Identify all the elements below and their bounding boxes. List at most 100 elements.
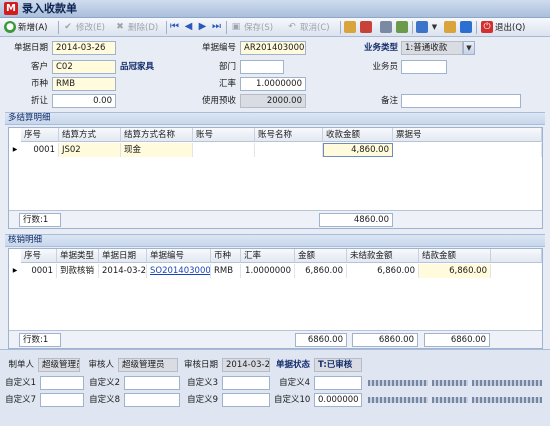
writeoff-grid: 序号 单据类型 单据日期 单据编号 币种 汇率 金额 未结款金额 结款金额 ▶ … xyxy=(8,248,543,349)
reviewer-label: 审核人 xyxy=(88,360,114,370)
writeoff-summary-bar: 行数:1 6860.00 6860.00 6860.00 xyxy=(9,330,542,348)
salesman-label: 业务员 xyxy=(372,62,398,72)
writeoff-total-amount: 6860.00 xyxy=(295,333,347,347)
column-header[interactable]: 收款金额 xyxy=(323,128,393,142)
table-cell[interactable]: 到款核销 xyxy=(57,264,99,278)
discount-label: 折让 xyxy=(30,96,48,106)
column-header[interactable]: 单据类型 xyxy=(57,249,99,263)
folder-icon[interactable] xyxy=(344,21,356,33)
table-cell[interactable]: 6,860.00 xyxy=(347,264,419,278)
column-header[interactable]: 金额 xyxy=(295,249,347,263)
help-icon[interactable] xyxy=(460,21,472,33)
custom3-label: 自定义3 xyxy=(187,378,218,388)
status-badge: T:已审核 xyxy=(314,358,362,372)
settings-icon[interactable] xyxy=(416,21,428,33)
custom4-label: 自定义4 xyxy=(279,378,310,388)
column-header[interactable]: 账号名称 xyxy=(255,128,323,142)
chevron-down-icon[interactable]: ▼ xyxy=(430,21,439,33)
last-record-icon[interactable]: ⏭ xyxy=(212,21,221,33)
column-header[interactable]: 序号 xyxy=(21,249,57,263)
toolbar-separator xyxy=(412,21,413,34)
column-header[interactable]: 结算方式 xyxy=(59,128,121,142)
column-header[interactable]: 结算方式名称 xyxy=(121,128,193,142)
column-header[interactable]: 序号 xyxy=(21,128,59,142)
writeoff-section-header: 核销明细 xyxy=(5,234,545,247)
custom8-field[interactable] xyxy=(124,393,180,407)
column-header[interactable]: 币种 xyxy=(211,249,241,263)
note-field[interactable] xyxy=(401,94,521,108)
salesman-field[interactable] xyxy=(401,60,447,74)
first-record-icon[interactable]: ⏮ xyxy=(170,21,179,33)
biz-type-select[interactable]: 1:普通收款 xyxy=(401,41,463,55)
table-cell[interactable]: 现金 xyxy=(121,143,193,157)
doc-date-field[interactable]: 2014-03-26 xyxy=(52,41,116,55)
table-cell[interactable]: 0001 xyxy=(21,143,59,157)
exit-button[interactable]: ⏻ 退出(Q) xyxy=(481,19,525,35)
attachment-icon[interactable] xyxy=(444,21,456,33)
custom1-field[interactable] xyxy=(40,376,84,390)
save-button[interactable]: ▣ 保存(S) xyxy=(230,19,273,35)
table-cell[interactable] xyxy=(393,143,542,157)
column-header[interactable]: 未结款金额 xyxy=(347,249,419,263)
row-count: 行数:1 xyxy=(19,213,61,227)
delete-button[interactable]: ✖ 删除(D) xyxy=(114,19,158,35)
new-button[interactable]: ● 新增(A) xyxy=(4,19,47,35)
dept-field[interactable] xyxy=(240,60,284,74)
currency-field[interactable]: RMB xyxy=(52,77,116,91)
prepay-label: 使用预收 xyxy=(201,96,236,106)
customer-name: 品冠家具 xyxy=(120,62,155,72)
customer-label: 客户 xyxy=(30,62,48,72)
doc-no-label: 单据编号 xyxy=(201,43,236,53)
column-header[interactable]: 单据日期 xyxy=(99,249,147,263)
table-cell[interactable]: 1.0000000 xyxy=(241,264,295,278)
custom9-field[interactable] xyxy=(222,393,270,407)
footer-panel: 制单人 超级管理员 审核人 超级管理员 审核日期 2014-03-26 单据状态… xyxy=(0,349,550,426)
table-cell[interactable]: 4,860.00 xyxy=(323,143,393,157)
delete-icon: ✖ xyxy=(116,22,124,32)
column-header[interactable]: 票据号 xyxy=(393,128,542,142)
custom8-label: 自定义8 xyxy=(89,395,120,405)
table-cell[interactable]: 6,860.00 xyxy=(419,264,491,278)
table-cell[interactable]: 2014-03-26 xyxy=(99,264,147,278)
export-icon[interactable] xyxy=(360,21,372,33)
source-doc-link[interactable]: SO2014030004 xyxy=(147,264,211,278)
custom1-label: 自定义1 xyxy=(5,378,36,388)
rate-label: 汇率 xyxy=(218,79,236,89)
column-header[interactable]: 账号 xyxy=(193,128,255,142)
prepay-field: 2000.00 xyxy=(240,94,306,108)
column-header[interactable]: 单据编号 xyxy=(147,249,211,263)
custom7-field[interactable] xyxy=(40,393,84,407)
table-cell[interactable] xyxy=(255,143,323,157)
table-cell[interactable]: JS02 xyxy=(59,143,121,157)
previous-record-icon[interactable]: ◀ xyxy=(184,21,193,33)
customer-code-field[interactable]: C02 xyxy=(52,60,116,74)
new-label: 新增(A) xyxy=(18,23,48,33)
discount-field[interactable]: 0.00 xyxy=(52,94,116,108)
custom2-field[interactable] xyxy=(124,376,180,390)
rate-field[interactable]: 1.0000000 xyxy=(240,77,306,91)
next-record-icon[interactable]: ▶ xyxy=(198,21,207,33)
chevron-down-icon[interactable]: ▼ xyxy=(463,41,475,55)
table-cell[interactable]: RMB xyxy=(211,264,241,278)
cancel-button[interactable]: ↶ 取消(C) xyxy=(286,19,329,35)
toolbar-separator xyxy=(58,21,59,34)
custom10-label: 自定义10 xyxy=(274,395,311,405)
doc-no-field[interactable]: AR2014030003 xyxy=(240,41,306,55)
exit-label: 退出(Q) xyxy=(495,23,526,33)
row-count: 行数:1 xyxy=(19,333,61,347)
custom4-field[interactable] xyxy=(314,376,362,390)
column-header[interactable]: 汇率 xyxy=(241,249,295,263)
writeoff-total-paid: 6860.00 xyxy=(424,333,490,347)
custom10-field[interactable]: 0.000000 xyxy=(314,393,362,407)
column-header[interactable]: 结款金额 xyxy=(419,249,491,263)
modify-button[interactable]: ✔ 修改(E) xyxy=(62,19,105,35)
table-cell[interactable]: 0001 xyxy=(21,264,57,278)
obscured-field xyxy=(472,397,542,403)
table-cell[interactable]: 6,860.00 xyxy=(295,264,347,278)
app-logo-icon: M xyxy=(4,2,18,15)
table-cell[interactable] xyxy=(193,143,255,157)
note-label: 备注 xyxy=(380,96,398,106)
print-icon[interactable] xyxy=(380,21,392,33)
preview-icon[interactable] xyxy=(396,21,408,33)
custom3-field[interactable] xyxy=(222,376,270,390)
